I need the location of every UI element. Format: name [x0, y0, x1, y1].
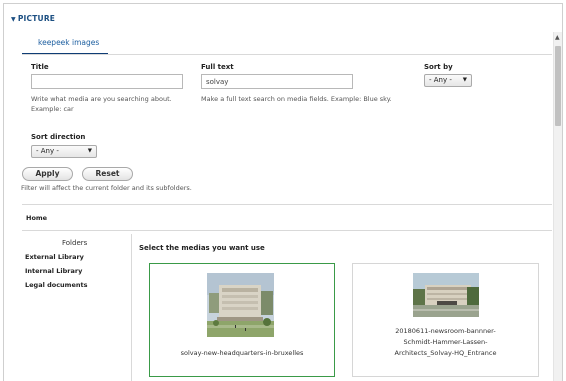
folder-external-library[interactable]: External Library — [25, 253, 84, 261]
scroll-up-arrow-icon[interactable]: ▲ — [555, 34, 560, 41]
folders-heading: Folders — [62, 239, 88, 247]
title-input[interactable] — [31, 74, 183, 89]
section-title-label: PICTURE — [17, 14, 56, 23]
chevron-down-icon: ▼ — [462, 77, 467, 83]
folder-internal-library[interactable]: Internal Library — [25, 267, 82, 275]
media-caption-line-2: Schmidt-Hammer-Lassen- — [403, 338, 488, 346]
apply-button[interactable]: Apply — [22, 167, 73, 181]
full-text-label: Full text — [201, 63, 234, 71]
reset-button[interactable]: Reset — [82, 167, 133, 181]
scrollbar-thumb[interactable] — [555, 46, 561, 126]
title-label: Title — [31, 63, 49, 71]
title-help: Write what media are you searching about… — [31, 95, 172, 113]
filter-divider — [22, 204, 552, 205]
picture-panel: ▼ PICTURE ▲ keepeek images Title Write wh… — [3, 3, 563, 381]
media-card-selected[interactable]: solvay-new-headquarters-in-bruxelles — [149, 263, 335, 377]
section-toggle[interactable]: ▼ PICTURE — [11, 14, 55, 23]
breadcrumb-home[interactable]: Home — [26, 214, 47, 222]
sort-by-value: - Any - — [429, 76, 452, 84]
building-thumbnail-image — [207, 273, 274, 337]
media-caption-line-1: 20180611-newsroom-bannner- — [395, 327, 496, 335]
filter-note: Filter will affect the current folder an… — [21, 184, 192, 192]
tab-divider — [22, 54, 552, 55]
chevron-down-icon: ▼ — [87, 148, 92, 154]
collapse-triangle-icon: ▼ — [11, 16, 16, 23]
folders-separator — [131, 234, 132, 381]
media-caption-line-3: Architects_Solvay-HQ_Entrance — [394, 349, 497, 357]
building-entrance-thumbnail-image — [413, 273, 479, 317]
media-caption: solvay-new-headquarters-in-bruxelles — [180, 349, 304, 357]
media-card[interactable]: 20180611-newsroom-bannner- Schmidt-Hamme… — [352, 263, 539, 377]
vertical-scrollbar[interactable]: ▲ — [553, 32, 562, 381]
sort-direction-select[interactable]: - Any - ▼ — [31, 145, 97, 158]
sort-direction-value: - Any - — [36, 147, 59, 155]
breadcrumb-divider — [22, 230, 552, 231]
sort-by-label: Sort by — [424, 63, 453, 71]
full-text-help: Make a full text search on media fields.… — [201, 95, 392, 103]
folder-legal-documents[interactable]: Legal documents — [25, 281, 87, 289]
tab-keepeek-images[interactable]: keepeek images — [22, 35, 108, 55]
sort-direction-label: Sort direction — [31, 133, 86, 141]
media-heading: Select the medias you want use — [139, 244, 265, 252]
sort-by-select[interactable]: - Any - ▼ — [424, 74, 472, 87]
full-text-input[interactable] — [201, 74, 353, 89]
